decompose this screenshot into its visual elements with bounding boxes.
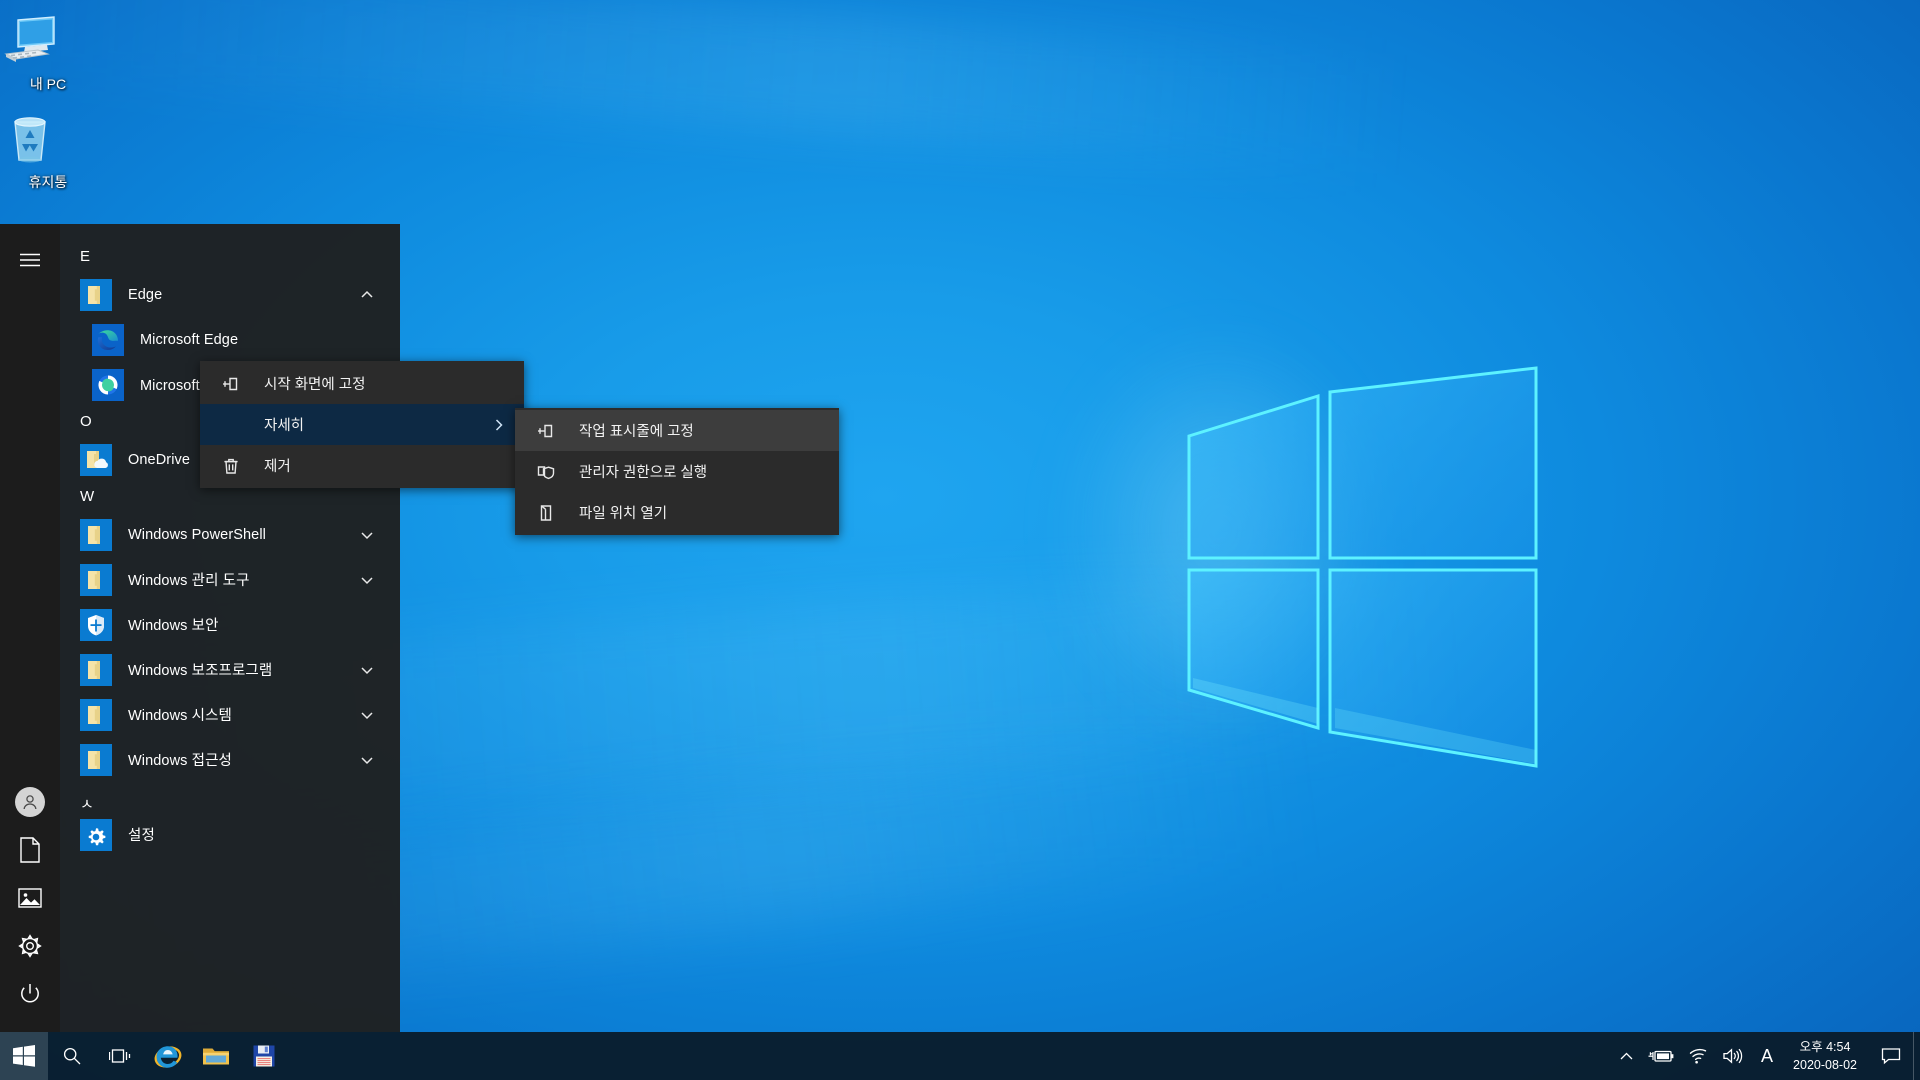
app-label: Microsoft Edge bbox=[140, 331, 239, 348]
start-menu-app-list[interactable]: E Edge Microsoft Edge Microsoft O OneDri… bbox=[60, 224, 400, 1032]
open-folder-icon bbox=[535, 502, 557, 524]
desktop-icon-label: 내 PC bbox=[29, 76, 67, 92]
start-button[interactable] bbox=[0, 1032, 48, 1080]
taskbar-left-group bbox=[0, 1032, 288, 1080]
app-label: Windows 관리 도구 bbox=[128, 573, 250, 589]
desktop-icon-label: 휴지통 bbox=[28, 174, 68, 190]
app-label: Windows 보조프로그램 bbox=[128, 663, 273, 679]
gear-tile-icon bbox=[80, 818, 112, 851]
app-label: 설정 bbox=[128, 828, 155, 844]
chevron-down-icon[interactable] bbox=[360, 663, 374, 677]
context-menu-item-uninstall[interactable]: 제거 bbox=[200, 445, 524, 486]
chevron-up-icon[interactable] bbox=[1612, 1032, 1641, 1080]
folder-icon bbox=[80, 743, 112, 776]
app-item-microsoft-edge[interactable]: Microsoft Edge bbox=[60, 317, 400, 362]
app-item-windows-system[interactable]: Windows 시스템 bbox=[60, 692, 400, 737]
chevron-down-icon[interactable] bbox=[360, 708, 374, 722]
chevron-down-icon[interactable] bbox=[360, 528, 374, 542]
folder-icon bbox=[80, 563, 112, 596]
app-label: Windows 접근성 bbox=[128, 753, 232, 769]
internet-explorer-icon[interactable] bbox=[144, 1032, 192, 1080]
clock[interactable]: 오후 4:54 2020-08-02 bbox=[1783, 1032, 1869, 1080]
battery-charging-icon[interactable] bbox=[1641, 1032, 1681, 1080]
folder-icon bbox=[80, 698, 112, 731]
app-item-windows-powershell[interactable]: Windows PowerShell bbox=[60, 512, 400, 557]
context-menu-item-label: 자세히 bbox=[264, 418, 305, 434]
app-item-windows-accessories[interactable]: Windows 보조프로그램 bbox=[60, 647, 400, 692]
show-desktop-button[interactable] bbox=[1913, 1032, 1920, 1080]
shield-icon bbox=[80, 608, 112, 641]
submenu-item-pin-to-taskbar[interactable]: 작업 표시줄에 고정 bbox=[515, 410, 839, 451]
folder-icon bbox=[80, 278, 112, 311]
desktop[interactable]: 내 PC 휴지통 E Edge Microsoft Edge Microsoft… bbox=[0, 0, 1920, 1080]
app-item-settings[interactable]: 설정 bbox=[60, 812, 400, 857]
task-view-icon[interactable] bbox=[96, 1032, 144, 1080]
floppy-disk-icon[interactable] bbox=[240, 1032, 288, 1080]
shield-run-icon bbox=[535, 461, 557, 483]
file-explorer-icon[interactable] bbox=[192, 1032, 240, 1080]
chevron-right-icon bbox=[492, 418, 506, 432]
edge-update-icon bbox=[92, 368, 124, 401]
app-label: OneDrive bbox=[128, 451, 191, 468]
context-menu-item-more[interactable]: 자세히 bbox=[200, 404, 524, 445]
app-label: Windows 시스템 bbox=[128, 708, 232, 724]
group-letter-korean-s[interactable]: ㅅ bbox=[60, 782, 400, 813]
app-item-edge-folder[interactable]: Edge bbox=[60, 272, 400, 317]
power-icon[interactable] bbox=[6, 970, 54, 1018]
folder-icon bbox=[80, 653, 112, 686]
clock-time: 오후 4:54 bbox=[1799, 1039, 1851, 1054]
recycle-bin-icon bbox=[2, 112, 94, 168]
pin-icon bbox=[535, 420, 557, 442]
taskbar[interactable]: A 오후 4:54 2020-08-02 bbox=[0, 1032, 1920, 1080]
chevron-down-icon[interactable] bbox=[360, 573, 374, 587]
start-menu-left-rail bbox=[0, 224, 60, 1032]
group-letter-E[interactable]: E bbox=[60, 242, 400, 272]
edge-icon bbox=[92, 323, 124, 356]
avatar bbox=[15, 787, 45, 817]
pin-icon bbox=[220, 373, 242, 395]
pictures-icon[interactable] bbox=[6, 874, 54, 922]
app-item-windows-admin-tools[interactable]: Windows 관리 도구 bbox=[60, 557, 400, 602]
submenu-item-run-as-administrator[interactable]: 관리자 권한으로 실행 bbox=[515, 451, 839, 492]
context-menu-item-label: 제거 bbox=[264, 459, 291, 475]
clock-date: 2020-08-02 bbox=[1793, 1058, 1857, 1072]
empty-icon-slot bbox=[220, 414, 242, 436]
speaker-icon[interactable] bbox=[1715, 1032, 1751, 1080]
context-menu-item-pin-to-start[interactable]: 시작 화면에 고정 bbox=[200, 363, 524, 404]
gear-icon[interactable] bbox=[6, 922, 54, 970]
ime-indicator[interactable]: A bbox=[1751, 1032, 1783, 1080]
context-menu-item-label: 시작 화면에 고정 bbox=[264, 377, 366, 393]
context-submenu[interactable]: 작업 표시줄에 고정 관리자 권한으로 실행 파일 위치 열기 bbox=[515, 408, 839, 535]
user-account-icon[interactable] bbox=[6, 778, 54, 826]
hamburger-icon[interactable] bbox=[6, 236, 54, 284]
app-label: Windows 보안 bbox=[128, 618, 219, 634]
search-icon[interactable] bbox=[48, 1032, 96, 1080]
desktop-icon-my-pc[interactable]: 내 PC bbox=[2, 14, 94, 93]
submenu-item-open-file-location[interactable]: 파일 위치 열기 bbox=[515, 492, 839, 533]
chevron-up-icon[interactable] bbox=[360, 288, 374, 302]
wallpaper-windows-logo bbox=[1185, 366, 1540, 768]
onedrive-folder-icon bbox=[80, 443, 112, 476]
computer-icon bbox=[2, 14, 94, 70]
app-item-windows-ease-of-access[interactable]: Windows 접근성 bbox=[60, 737, 400, 782]
start-menu[interactable]: E Edge Microsoft Edge Microsoft O OneDri… bbox=[0, 224, 400, 1032]
system-tray: A 오후 4:54 2020-08-02 bbox=[1612, 1032, 1920, 1080]
wifi-icon[interactable] bbox=[1681, 1032, 1715, 1080]
desktop-icon-recycle-bin[interactable]: 휴지통 bbox=[2, 112, 94, 191]
app-label: Edge bbox=[128, 286, 163, 303]
wallpaper-light-ray bbox=[0, 0, 1405, 175]
windows-logo-icon bbox=[13, 1045, 35, 1067]
context-menu[interactable]: 시작 화면에 고정 자세히 제거 bbox=[200, 361, 524, 488]
speech-bubble-icon[interactable] bbox=[1869, 1032, 1913, 1080]
folder-icon bbox=[80, 518, 112, 551]
app-item-windows-security[interactable]: Windows 보안 bbox=[60, 602, 400, 647]
trash-icon bbox=[220, 455, 242, 477]
submenu-item-label: 파일 위치 열기 bbox=[579, 506, 668, 522]
chevron-down-icon[interactable] bbox=[360, 753, 374, 767]
document-icon[interactable] bbox=[6, 826, 54, 874]
submenu-item-label: 관리자 권한으로 실행 bbox=[579, 465, 708, 481]
submenu-item-label: 작업 표시줄에 고정 bbox=[579, 424, 694, 440]
app-label: Windows PowerShell bbox=[128, 526, 266, 543]
